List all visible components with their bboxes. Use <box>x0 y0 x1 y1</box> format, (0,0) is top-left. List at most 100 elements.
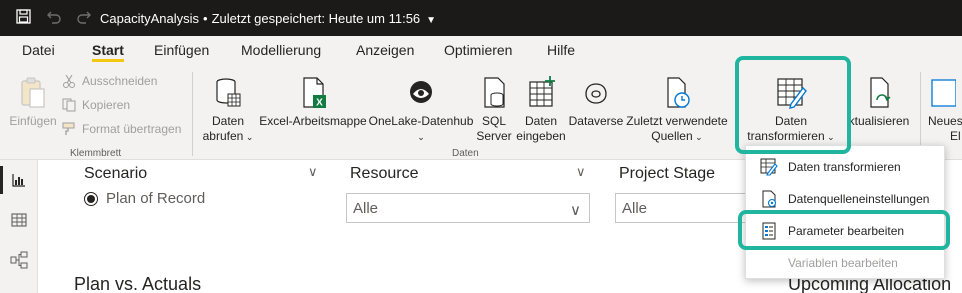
transform-data-menu: Daten transformieren Datenquelleneinstel… <box>745 145 945 279</box>
resource-slicer-title: Resource <box>350 165 419 182</box>
excel-icon: X <box>303 77 326 109</box>
menu-item-label: Datenquelleneinstellungen <box>788 192 930 206</box>
transform-data-label-line2: transformieren <box>747 129 825 143</box>
refresh-button[interactable]: ktualisieren <box>846 76 912 129</box>
undo-icon[interactable] <box>46 9 62 29</box>
window-title[interactable]: CapacityAnalysis • Zuletzt gespeichert: He… <box>100 11 436 26</box>
tab-datei[interactable]: Datei <box>22 42 55 58</box>
transform-data-button[interactable]: Daten transformieren ⌄ <box>744 76 838 145</box>
svg-text:X: X <box>316 98 323 109</box>
ribbon-divider <box>192 72 193 156</box>
model-view-icon <box>10 251 28 269</box>
enter-data-button[interactable]: Daten eingeben <box>515 76 567 144</box>
cut-button[interactable]: Ausschneiden <box>62 74 157 88</box>
menu-item-edit-parameters[interactable]: Parameter bearbeiten <box>746 216 946 246</box>
refresh-label: ktualisieren <box>848 114 910 128</box>
data-group-label: Daten <box>452 148 479 159</box>
get-data-label-line1: Daten <box>211 114 245 128</box>
tab-einfuegen[interactable]: Einfügen <box>154 42 209 58</box>
cut-label: Ausschneiden <box>82 74 158 88</box>
copy-button[interactable]: Kopieren <box>62 98 130 112</box>
chevron-down-icon[interactable]: ∨ <box>576 164 586 180</box>
format-painter-icon <box>62 122 75 135</box>
edit-parameters-icon <box>758 222 780 240</box>
paste-button[interactable]: Einfügen <box>9 76 57 129</box>
onelake-icon <box>410 81 432 103</box>
database-icon <box>216 78 241 107</box>
resource-value: Alle <box>353 200 379 217</box>
new-element-icon <box>931 79 956 107</box>
menu-item-transform-data[interactable]: Daten transformieren <box>746 152 946 182</box>
project-stage-slicer-title: Project Stage <box>619 165 716 182</box>
chevron-down-icon: ⌄ <box>824 132 835 142</box>
redo-icon[interactable] <box>76 9 92 29</box>
save-icon[interactable] <box>16 9 31 29</box>
left-nav <box>0 160 38 293</box>
onelake-datahub-button[interactable]: OneLake-Datenhub ⌄ <box>368 76 474 145</box>
table-view-icon <box>11 213 27 227</box>
chevron-down-icon: ⌄ <box>243 132 254 142</box>
tab-modellierung[interactable]: Modellierung <box>241 42 321 58</box>
enter-data-label-line2: eingeben <box>516 129 566 143</box>
sql-label-line2: Server <box>476 129 512 143</box>
scissors-icon <box>63 74 75 88</box>
onelake-label: OneLake-Datenhub <box>368 114 474 128</box>
new-element-button[interactable]: Neues El <box>928 76 962 144</box>
report-view-icon <box>12 174 25 187</box>
menu-item-label: Variablen bearbeiten <box>788 256 898 270</box>
paste-label: Einfügen <box>9 114 57 128</box>
scenario-option[interactable]: Plan of Record <box>84 190 205 207</box>
table-view-button[interactable] <box>0 202 38 238</box>
caret-down-icon[interactable]: ▼ <box>426 15 436 26</box>
dataverse-button[interactable]: Dataverse <box>568 76 624 129</box>
recent-sources-label-line2: Quellen <box>651 129 693 143</box>
dataverse-icon <box>585 83 607 104</box>
chevron-down-icon: ∨ <box>570 202 581 219</box>
enter-data-label-line1: Daten <box>524 114 558 128</box>
menu-item-label: Parameter bearbeiten <box>788 224 905 238</box>
menu-item-label: Daten transformieren <box>788 160 901 174</box>
format-painter-button[interactable]: Format übertragen <box>62 122 181 136</box>
ribbon-divider <box>920 72 921 156</box>
get-data-label-line2: abrufen <box>202 129 244 143</box>
copy-label: Kopieren <box>82 98 131 112</box>
file-name: CapacityAnalysis <box>100 11 199 26</box>
table-add-icon <box>529 76 555 107</box>
transform-data-icon <box>777 78 807 109</box>
paste-icon <box>21 77 45 108</box>
refresh-icon <box>870 77 891 108</box>
model-view-button[interactable] <box>0 242 38 278</box>
transform-data-icon <box>758 158 780 176</box>
dataverse-label: Dataverse <box>568 114 624 128</box>
new-element-label-line1: Neues <box>928 114 962 128</box>
sql-server-button[interactable]: SQL Server <box>475 76 513 144</box>
report-view-button[interactable] <box>0 162 38 198</box>
project-stage-value: Alle <box>622 200 648 217</box>
tab-start[interactable]: Start <box>92 42 124 62</box>
radio-selected-icon[interactable] <box>84 191 98 206</box>
sql-server-icon <box>484 77 505 108</box>
recent-sources-button[interactable]: Zuletzt verwendete Quellen ⌄ <box>624 76 730 145</box>
tab-anzeigen[interactable]: Anzeigen <box>356 42 414 58</box>
recent-sources-icon <box>667 77 690 108</box>
tab-hilfe[interactable]: Hilfe <box>547 42 575 58</box>
new-element-label-line2: El <box>950 129 961 143</box>
resource-dropdown[interactable]: Alle ∨ <box>346 193 590 223</box>
excel-workbook-button[interactable]: X Excel-Arbeitsmappe <box>259 76 367 129</box>
sql-label-line1: SQL <box>481 114 506 128</box>
project-stage-dropdown[interactable]: Alle <box>615 193 755 223</box>
recent-sources-label-line1: Zuletzt verwendete <box>626 114 728 128</box>
tab-optimieren[interactable]: Optimieren <box>444 42 512 58</box>
excel-label: Excel-Arbeitsmappe <box>259 114 367 128</box>
chevron-down-icon: ⌄ <box>417 132 425 142</box>
menu-item-edit-variables[interactable]: Variablen bearbeiten <box>746 248 946 278</box>
clipboard-group-label: Klemmbrett <box>70 148 122 159</box>
format-painter-label: Format übertragen <box>82 122 182 136</box>
chevron-down-icon[interactable]: ∨ <box>308 164 318 180</box>
plan-vs-actuals-title: Plan vs. Actuals <box>74 274 202 293</box>
ribbon-tabs: Datei Start Einfügen Modellierung Anzeig… <box>0 36 962 66</box>
get-data-button[interactable]: Daten abrufen ⌄ <box>200 76 256 145</box>
transform-data-label-line1: Daten <box>774 114 808 128</box>
data-source-settings-icon <box>758 190 780 208</box>
menu-item-data-source-settings[interactable]: Datenquelleneinstellungen <box>746 184 946 214</box>
